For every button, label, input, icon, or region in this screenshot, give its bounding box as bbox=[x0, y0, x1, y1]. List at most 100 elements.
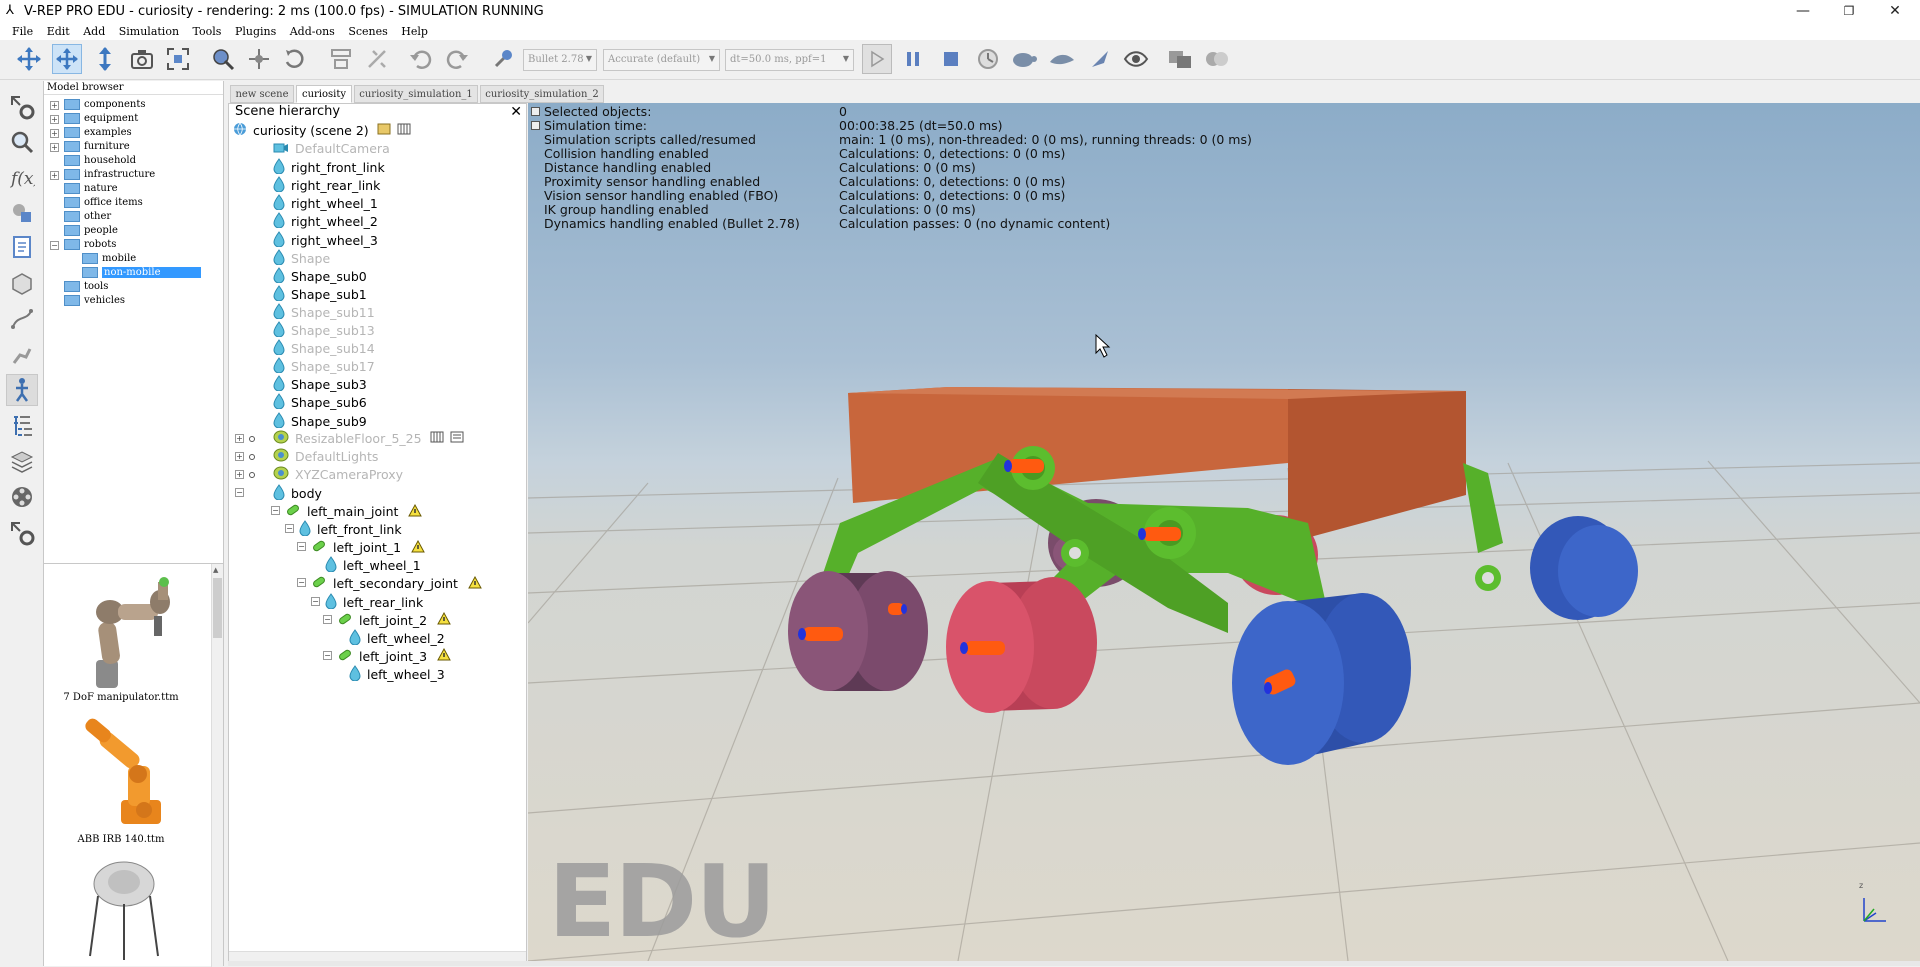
hierarchy-item-left_wheel_2[interactable]: left_wheel_2 bbox=[349, 628, 445, 647]
model-browser-toggle-icon[interactable] bbox=[6, 374, 38, 406]
collapse-icon[interactable]: − bbox=[50, 241, 59, 250]
hierarchy-item-ResizableFloor_5_25[interactable]: ResizableFloor_5_25 bbox=[273, 430, 470, 448]
model-folder-non-mobile[interactable]: non-mobile bbox=[44, 266, 201, 280]
hierarchy-item-body[interactable]: body bbox=[273, 484, 322, 502]
camera-shift-icon[interactable] bbox=[90, 44, 120, 74]
model-folder-mobile[interactable]: mobile bbox=[44, 252, 136, 266]
model-folder-tools[interactable]: tools bbox=[44, 280, 108, 294]
collision-icon[interactable] bbox=[6, 197, 38, 229]
accuracy-select[interactable]: Accurate (default) ▼ bbox=[603, 49, 720, 71]
close-icon[interactable]: ✕ bbox=[510, 105, 522, 119]
thumbnail-scrollbar[interactable]: ▲ bbox=[211, 564, 223, 967]
scene-root[interactable]: curiosity (scene 2) bbox=[233, 122, 417, 140]
collapse-icon[interactable]: − bbox=[271, 506, 280, 515]
abb-irb-thumbnail[interactable] bbox=[66, 710, 176, 830]
hierarchy-item-Shape_sub13[interactable]: Shape_sub13 bbox=[273, 321, 375, 339]
hierarchy-toggle-icon[interactable] bbox=[6, 409, 38, 441]
menu-plugins[interactable]: Plugins bbox=[230, 24, 281, 40]
collapse-icon[interactable]: − bbox=[297, 578, 306, 588]
menu-addons[interactable]: Add-ons bbox=[285, 24, 340, 40]
hierarchy-item-Shape_sub0[interactable]: Shape_sub0 bbox=[273, 266, 367, 285]
hierarchy-item-right_wheel_2[interactable]: right_wheel_2 bbox=[273, 212, 378, 230]
hierarchy-item-left_wheel_1[interactable]: left_wheel_1 bbox=[325, 556, 421, 574]
hierarchy-item-Shape_sub14[interactable]: Shape_sub14 bbox=[273, 339, 375, 357]
thread-rendering-icon[interactable] bbox=[1085, 44, 1115, 74]
hierarchy-item-right_rear_link[interactable]: right_rear_link bbox=[273, 176, 380, 194]
hierarchy-item-right_wheel_1[interactable]: right_wheel_1 bbox=[273, 194, 378, 212]
hierarchy-item-DefaultLights[interactable]: DefaultLights bbox=[273, 448, 378, 466]
expand-icon[interactable]: + bbox=[235, 433, 244, 443]
camera-rotate-icon[interactable] bbox=[52, 44, 82, 74]
collapse-icon[interactable]: − bbox=[235, 487, 244, 497]
stop-simulation-button[interactable] bbox=[936, 44, 966, 74]
undo-icon[interactable] bbox=[406, 44, 436, 74]
script-icon[interactable] bbox=[377, 122, 391, 141]
model-folder-components[interactable]: + components bbox=[44, 98, 145, 112]
collapse-icon[interactable]: − bbox=[311, 596, 320, 606]
close-button[interactable]: ✕ bbox=[1872, 0, 1918, 24]
hierarchy-item-left_main_joint[interactable]: left_main_joint bbox=[285, 502, 423, 520]
menu-tools[interactable]: Tools bbox=[188, 24, 227, 40]
hierarchy-item-left_rear_link[interactable]: left_rear_link bbox=[325, 592, 423, 611]
hierarchy-item-XYZCameraProxy[interactable]: XYZCameraProxy bbox=[273, 466, 403, 484]
layers-panel-icon[interactable] bbox=[6, 445, 38, 477]
menu-add[interactable]: Add bbox=[78, 24, 110, 40]
hierarchy-item-Shape_sub17[interactable]: Shape_sub17 bbox=[273, 357, 375, 375]
slow-down-icon[interactable] bbox=[1009, 44, 1039, 74]
visualization-toggle-icon[interactable] bbox=[1121, 44, 1151, 74]
model-folder-office-items[interactable]: office items bbox=[44, 196, 143, 210]
pause-simulation-button[interactable] bbox=[898, 44, 928, 74]
user-settings-icon[interactable] bbox=[6, 517, 38, 549]
video-recorder-icon[interactable] bbox=[6, 481, 38, 513]
hierarchy-item-Shape_sub6[interactable]: Shape_sub6 bbox=[273, 393, 367, 411]
hierarchy-item-left_secondary_joint[interactable]: left_secondary_joint bbox=[311, 574, 482, 592]
collapse-icon[interactable]: − bbox=[297, 542, 306, 552]
menu-edit[interactable]: Edit bbox=[42, 24, 75, 40]
info-toggle-checkbox[interactable] bbox=[531, 121, 540, 130]
object-shift-icon[interactable] bbox=[244, 44, 274, 74]
menu-file[interactable]: File bbox=[0, 24, 38, 40]
realtime-mode-icon[interactable] bbox=[973, 44, 1003, 74]
scene-hierarchy-toggle-icon[interactable] bbox=[1165, 44, 1195, 74]
hierarchy-item-left_wheel_3[interactable]: left_wheel_3 bbox=[349, 665, 445, 683]
hierarchy-item-left_joint_3[interactable]: left_joint_3 bbox=[337, 647, 451, 665]
tab-curiosity-simulation-1[interactable]: curiosity_simulation_1 bbox=[354, 85, 478, 103]
expand-icon[interactable]: + bbox=[50, 129, 59, 138]
manipulator-thumbnail[interactable] bbox=[66, 572, 176, 692]
path-edit-icon[interactable] bbox=[6, 303, 38, 335]
hierarchy-item-Shape_sub1[interactable]: Shape_sub1 bbox=[273, 284, 367, 303]
model-folder-people[interactable]: people bbox=[44, 224, 118, 238]
tab-curiosity-simulation-2[interactable]: curiosity_simulation_2 bbox=[480, 85, 604, 103]
minimize-button[interactable]: — bbox=[1780, 0, 1826, 24]
expand-icon[interactable]: + bbox=[50, 143, 59, 152]
hierarchy-item-Shape_sub11[interactable]: Shape_sub11 bbox=[273, 303, 375, 321]
model-folder-furniture[interactable]: + furniture bbox=[44, 140, 130, 154]
click-select-icon[interactable] bbox=[208, 44, 238, 74]
hierarchy-item-left_joint_1[interactable]: left_joint_1 bbox=[311, 538, 425, 556]
transfer-dna-icon[interactable] bbox=[362, 44, 392, 74]
dynamics-toggle-icon[interactable] bbox=[488, 44, 518, 74]
layers-icon[interactable] bbox=[1202, 44, 1232, 74]
tab-new-scene[interactable]: new scene bbox=[230, 85, 294, 103]
maximize-button[interactable]: ❐ bbox=[1826, 0, 1872, 24]
collapse-icon[interactable]: − bbox=[323, 614, 332, 624]
object-rotate-icon[interactable] bbox=[280, 44, 310, 74]
menu-simulation[interactable]: Simulation bbox=[114, 24, 184, 40]
calculation-module-icon[interactable]: f(x) bbox=[6, 161, 38, 193]
tab-curiosity[interactable]: curiosity bbox=[296, 85, 352, 103]
timestep-select[interactable]: dt=50.0 ms, ppf=1 ▼ bbox=[725, 49, 854, 71]
customization-script-icon[interactable] bbox=[430, 430, 444, 449]
expand-icon[interactable]: + bbox=[235, 469, 244, 479]
customization-script-icon[interactable] bbox=[397, 122, 411, 141]
info-toggle-checkbox[interactable] bbox=[531, 107, 540, 116]
settings-dialog-icon[interactable] bbox=[450, 430, 464, 449]
model-folder-nature[interactable]: nature bbox=[44, 182, 118, 196]
model-folder-other[interactable]: other bbox=[44, 210, 111, 224]
speed-up-icon[interactable] bbox=[1047, 44, 1077, 74]
collapse-icon[interactable]: − bbox=[285, 524, 294, 534]
expand-icon[interactable]: + bbox=[50, 101, 59, 110]
hierarchy-item-DefaultCamera[interactable]: DefaultCamera bbox=[273, 140, 390, 158]
model-folder-equipment[interactable]: + equipment bbox=[44, 112, 138, 126]
fit-to-view-icon[interactable] bbox=[163, 44, 193, 74]
model-folder-household[interactable]: household bbox=[44, 154, 136, 168]
